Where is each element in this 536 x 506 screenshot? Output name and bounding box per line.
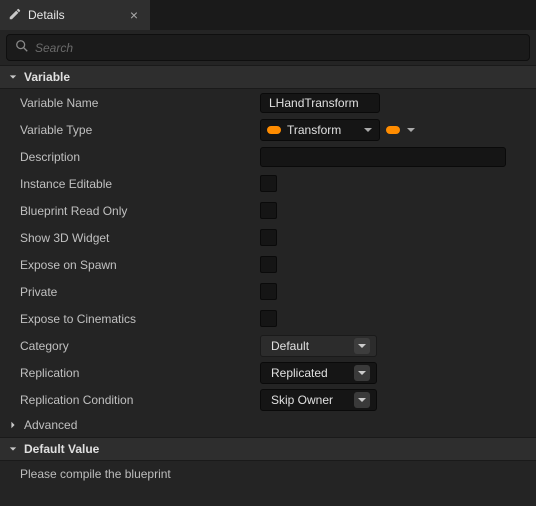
close-icon[interactable]: × — [126, 7, 142, 23]
chevron-right-icon — [8, 421, 18, 429]
row-blueprint-read-only: Blueprint Read Only — [0, 197, 536, 224]
chevron-down-icon — [354, 392, 370, 408]
show-3d-widget-checkbox[interactable] — [260, 229, 277, 246]
section-title: Variable — [24, 70, 70, 84]
row-private: Private — [0, 278, 536, 305]
row-expose-to-cinematics: Expose to Cinematics — [0, 305, 536, 332]
row-category: Category Default — [0, 332, 536, 359]
row-instance-editable: Instance Editable — [0, 170, 536, 197]
row-variable-type: Variable Type Transform — [0, 116, 536, 143]
replication-condition-value: Skip Owner — [271, 393, 333, 407]
search-icon — [15, 39, 29, 56]
variable-type-dropdown[interactable]: Transform — [260, 119, 380, 141]
chevron-down-icon[interactable] — [406, 125, 416, 135]
advanced-label: Advanced — [24, 418, 77, 432]
category-dropdown[interactable]: Default — [260, 335, 377, 357]
section-title: Default Value — [24, 442, 99, 456]
chevron-down-icon — [8, 445, 18, 453]
pencil-icon — [8, 7, 22, 24]
replication-value: Replicated — [271, 366, 328, 380]
transform-pill-icon — [267, 126, 281, 134]
replication-condition-dropdown[interactable]: Skip Owner — [260, 389, 377, 411]
label-expose-to-cinematics: Expose to Cinematics — [0, 305, 248, 332]
search-row — [0, 30, 536, 65]
variable-type-label: Transform — [287, 123, 357, 137]
label-category: Category — [0, 332, 248, 359]
label-variable-type: Variable Type — [0, 116, 248, 143]
section-default-value[interactable]: Default Value — [0, 437, 536, 461]
description-input[interactable] — [260, 147, 506, 167]
row-show-3d-widget: Show 3D Widget — [0, 224, 536, 251]
label-instance-editable: Instance Editable — [0, 170, 248, 197]
blueprint-read-only-checkbox[interactable] — [260, 202, 277, 219]
tab-title: Details — [28, 8, 120, 22]
replication-dropdown[interactable]: Replicated — [260, 362, 377, 384]
chevron-down-icon — [8, 73, 18, 81]
row-variable-name: Variable Name — [0, 89, 536, 116]
section-variable[interactable]: Variable — [0, 65, 536, 89]
container-type-icon[interactable] — [386, 126, 400, 134]
chevron-down-icon — [354, 338, 370, 354]
label-variable-name: Variable Name — [0, 89, 248, 116]
variable-name-input[interactable] — [260, 93, 380, 113]
label-replication-condition: Replication Condition — [0, 386, 248, 413]
tab-details[interactable]: Details × — [0, 0, 150, 30]
section-advanced[interactable]: Advanced — [0, 413, 536, 437]
private-checkbox[interactable] — [260, 283, 277, 300]
expose-on-spawn-checkbox[interactable] — [260, 256, 277, 273]
label-replication: Replication — [0, 359, 248, 386]
row-replication-condition: Replication Condition Skip Owner — [0, 386, 536, 413]
row-description: Description — [0, 143, 536, 170]
label-description: Description — [0, 143, 248, 170]
label-show-3d-widget: Show 3D Widget — [0, 224, 248, 251]
chevron-down-icon — [363, 125, 373, 135]
default-value-message: Please compile the blueprint — [0, 461, 536, 481]
tab-bar: Details × — [0, 0, 536, 30]
row-replication: Replication Replicated — [0, 359, 536, 386]
expose-to-cinematics-checkbox[interactable] — [260, 310, 277, 327]
label-private: Private — [0, 278, 248, 305]
row-expose-on-spawn: Expose on Spawn — [0, 251, 536, 278]
label-blueprint-read-only: Blueprint Read Only — [0, 197, 248, 224]
category-value: Default — [271, 339, 309, 353]
chevron-down-icon — [354, 365, 370, 381]
instance-editable-checkbox[interactable] — [260, 175, 277, 192]
search-box[interactable] — [6, 34, 530, 61]
label-expose-on-spawn: Expose on Spawn — [0, 251, 248, 278]
search-input[interactable] — [35, 41, 521, 55]
